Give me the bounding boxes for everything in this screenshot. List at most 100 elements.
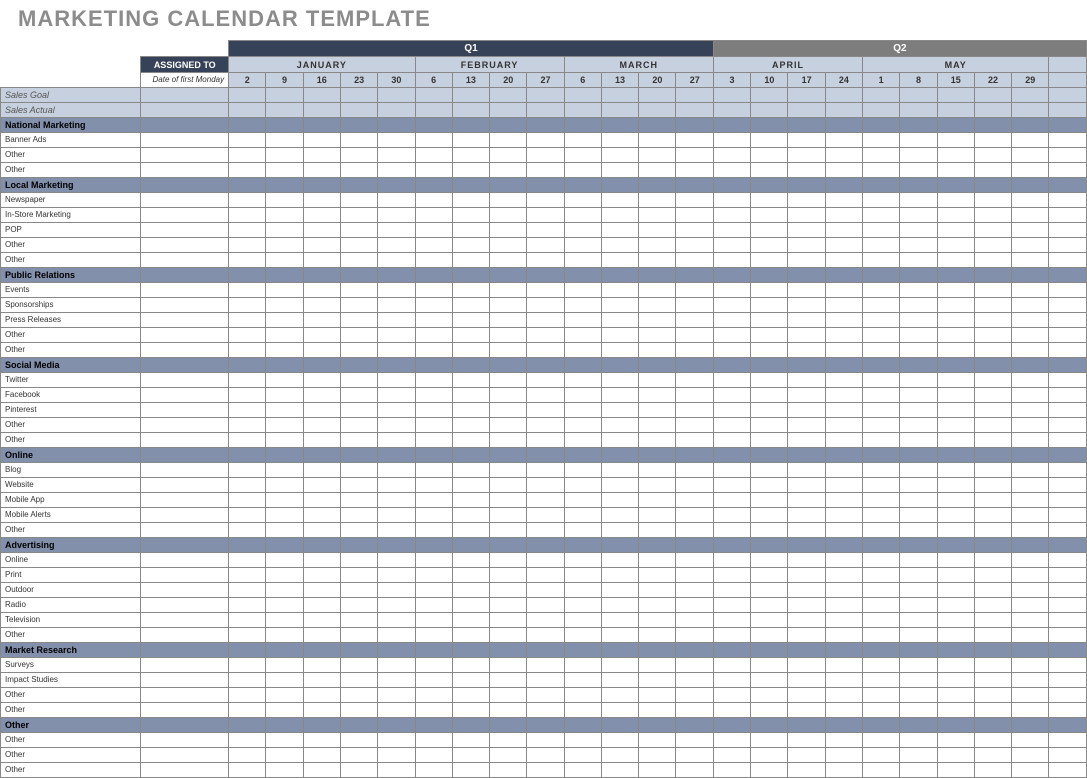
- data-cell[interactable]: [1049, 88, 1087, 103]
- data-cell[interactable]: [266, 103, 303, 118]
- data-cell[interactable]: [863, 583, 900, 598]
- data-cell[interactable]: [452, 748, 489, 763]
- assigned-cell[interactable]: [141, 523, 229, 538]
- data-cell[interactable]: [378, 223, 415, 238]
- data-cell[interactable]: [974, 388, 1011, 403]
- data-cell[interactable]: [378, 253, 415, 268]
- data-cell[interactable]: [303, 553, 340, 568]
- data-cell[interactable]: [639, 343, 676, 358]
- data-cell[interactable]: [863, 748, 900, 763]
- data-cell[interactable]: [676, 193, 713, 208]
- data-cell[interactable]: [601, 673, 638, 688]
- data-cell[interactable]: [415, 598, 452, 613]
- data-cell[interactable]: [676, 568, 713, 583]
- data-cell[interactable]: [937, 553, 974, 568]
- data-cell[interactable]: [415, 568, 452, 583]
- data-cell[interactable]: [415, 388, 452, 403]
- data-cell[interactable]: [937, 613, 974, 628]
- data-cell[interactable]: [303, 658, 340, 673]
- data-cell[interactable]: [825, 568, 862, 583]
- data-cell[interactable]: [564, 478, 601, 493]
- data-cell[interactable]: [266, 688, 303, 703]
- data-cell[interactable]: [527, 568, 564, 583]
- assigned-cell[interactable]: [141, 163, 229, 178]
- data-cell[interactable]: [713, 658, 750, 673]
- assigned-cell[interactable]: [141, 658, 229, 673]
- data-cell[interactable]: [788, 658, 825, 673]
- data-cell[interactable]: [303, 523, 340, 538]
- data-cell[interactable]: [527, 703, 564, 718]
- data-cell[interactable]: [415, 523, 452, 538]
- data-cell[interactable]: [713, 373, 750, 388]
- data-cell[interactable]: [229, 463, 266, 478]
- data-cell[interactable]: [601, 238, 638, 253]
- data-cell[interactable]: [229, 523, 266, 538]
- data-cell[interactable]: [527, 103, 564, 118]
- data-cell[interactable]: [229, 628, 266, 643]
- data-cell[interactable]: [601, 658, 638, 673]
- data-cell[interactable]: [229, 478, 266, 493]
- data-cell[interactable]: [490, 598, 527, 613]
- data-cell[interactable]: [751, 628, 788, 643]
- data-cell[interactable]: [863, 658, 900, 673]
- data-cell[interactable]: [229, 88, 266, 103]
- data-cell[interactable]: [974, 568, 1011, 583]
- data-cell[interactable]: [490, 223, 527, 238]
- data-cell[interactable]: [825, 133, 862, 148]
- data-cell[interactable]: [825, 553, 862, 568]
- data-cell[interactable]: [1012, 628, 1049, 643]
- data-cell[interactable]: [713, 478, 750, 493]
- data-cell[interactable]: [863, 163, 900, 178]
- data-cell[interactable]: [415, 88, 452, 103]
- data-cell[interactable]: [415, 193, 452, 208]
- data-cell[interactable]: [751, 493, 788, 508]
- assigned-cell[interactable]: [141, 328, 229, 343]
- data-cell[interactable]: [415, 688, 452, 703]
- data-cell[interactable]: [1012, 103, 1049, 118]
- data-cell[interactable]: [676, 613, 713, 628]
- data-cell[interactable]: [415, 478, 452, 493]
- data-cell[interactable]: [229, 508, 266, 523]
- data-cell[interactable]: [303, 373, 340, 388]
- data-cell[interactable]: [303, 388, 340, 403]
- data-cell[interactable]: [900, 418, 937, 433]
- data-cell[interactable]: [266, 148, 303, 163]
- data-cell[interactable]: [1049, 283, 1087, 298]
- data-cell[interactable]: [974, 208, 1011, 223]
- data-cell[interactable]: [713, 253, 750, 268]
- data-cell[interactable]: [266, 133, 303, 148]
- data-cell[interactable]: [676, 748, 713, 763]
- assigned-cell[interactable]: [141, 403, 229, 418]
- data-cell[interactable]: [639, 163, 676, 178]
- data-cell[interactable]: [452, 373, 489, 388]
- data-cell[interactable]: [378, 103, 415, 118]
- data-cell[interactable]: [825, 493, 862, 508]
- data-cell[interactable]: [1049, 523, 1087, 538]
- data-cell[interactable]: [229, 418, 266, 433]
- data-cell[interactable]: [490, 388, 527, 403]
- data-cell[interactable]: [527, 763, 564, 778]
- data-cell[interactable]: [527, 673, 564, 688]
- data-cell[interactable]: [490, 163, 527, 178]
- data-cell[interactable]: [490, 658, 527, 673]
- data-cell[interactable]: [937, 493, 974, 508]
- data-cell[interactable]: [788, 298, 825, 313]
- data-cell[interactable]: [490, 343, 527, 358]
- data-cell[interactable]: [751, 103, 788, 118]
- data-cell[interactable]: [825, 673, 862, 688]
- data-cell[interactable]: [751, 88, 788, 103]
- data-cell[interactable]: [639, 313, 676, 328]
- data-cell[interactable]: [751, 163, 788, 178]
- data-cell[interactable]: [601, 328, 638, 343]
- data-cell[interactable]: [229, 763, 266, 778]
- data-cell[interactable]: [788, 583, 825, 598]
- assigned-cell[interactable]: [141, 418, 229, 433]
- data-cell[interactable]: [751, 343, 788, 358]
- data-cell[interactable]: [974, 763, 1011, 778]
- data-cell[interactable]: [825, 88, 862, 103]
- data-cell[interactable]: [713, 403, 750, 418]
- data-cell[interactable]: [937, 208, 974, 223]
- data-cell[interactable]: [490, 433, 527, 448]
- data-cell[interactable]: [825, 298, 862, 313]
- data-cell[interactable]: [863, 313, 900, 328]
